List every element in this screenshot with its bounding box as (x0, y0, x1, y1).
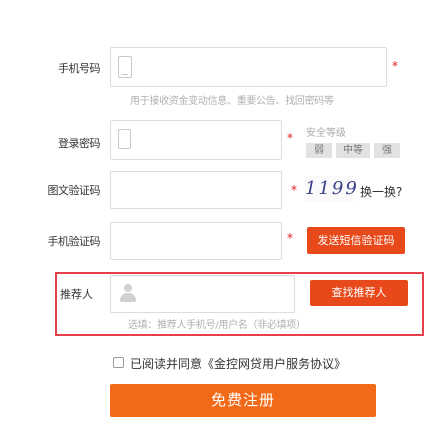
register-button[interactable]: 免费注册 (110, 384, 376, 417)
captcha-image[interactable]: 1199 (305, 176, 357, 202)
strength-medium: 中等 (336, 143, 370, 158)
referrer-hint: 选填：推荐人手机号/用户名（非必填项） (128, 320, 306, 331)
captcha-refresh-link[interactable]: 换一换? (360, 183, 402, 200)
phone-hint: 用于接收资金变动信息、重要公告、找回密码等 (130, 96, 334, 107)
lock-icon (118, 129, 131, 149)
phone-input[interactable] (110, 47, 387, 87)
find-referrer-button[interactable]: 查找推荐人 (310, 280, 408, 306)
strength-strong: 强 (374, 143, 400, 158)
agreement-checkbox[interactable] (113, 357, 124, 368)
captcha-input[interactable] (110, 171, 282, 209)
phone-label: 手机号码 (58, 62, 101, 75)
sms-code-input[interactable] (110, 222, 282, 260)
phone-required-star: * (392, 59, 398, 73)
phone-icon (118, 56, 132, 78)
strength-weak: 弱 (306, 143, 332, 158)
send-sms-code-button[interactable]: 发送短信验证码 (307, 227, 405, 254)
sms-label: 手机验证码 (47, 235, 101, 248)
password-label: 登录密码 (58, 137, 101, 150)
agreement-link[interactable]: 《金控网贷用户服务协议》 (202, 357, 346, 371)
sms-required-star: * (287, 231, 293, 245)
captcha-label: 图文验证码 (47, 184, 101, 197)
captcha-required-star: * (291, 183, 297, 197)
agreement-prefix: 已阅读并同意 (130, 357, 203, 371)
password-required-star: * (287, 131, 293, 145)
referrer-label: 推荐人 (60, 288, 93, 301)
referrer-input[interactable] (110, 275, 295, 313)
strength-title: 安全等级 (306, 128, 346, 139)
agreement-text: 已阅读并同意《金控网贷用户服务协议》 (130, 355, 346, 372)
password-input[interactable] (110, 120, 282, 160)
user-icon (119, 283, 137, 303)
